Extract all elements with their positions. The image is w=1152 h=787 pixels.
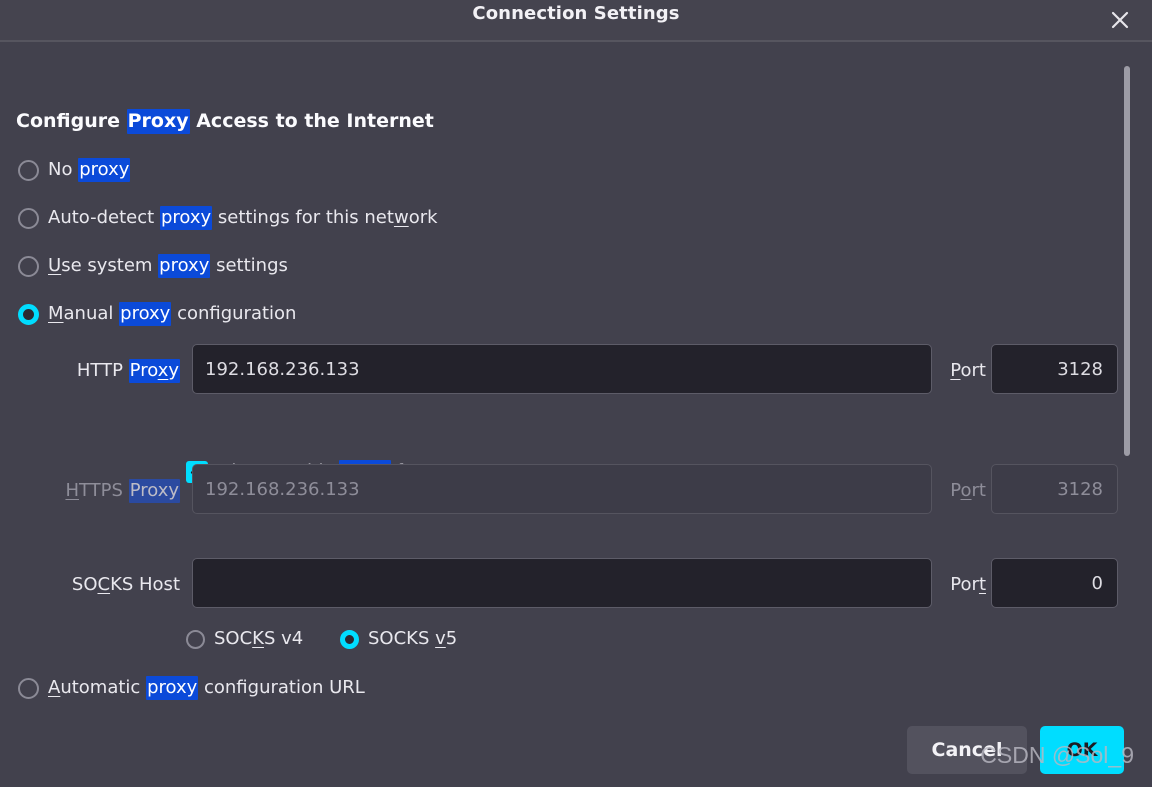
manual-text-before: anual xyxy=(63,303,120,324)
http-proxy-label-search-match: Proxy xyxy=(128,359,180,383)
https-proxy-label-text: TTPS xyxy=(79,480,129,501)
radio-row-use-system[interactable]: Use system proxy settings xyxy=(18,252,288,280)
socks-port-label-pre: Por xyxy=(950,574,979,595)
socks-port-input[interactable]: 0 xyxy=(991,558,1118,608)
manual-text-after: configuration xyxy=(171,303,297,324)
scrollbar-thumb[interactable] xyxy=(1124,66,1130,456)
use-system-text-before: se system xyxy=(61,255,159,276)
settings-scroll-area: Configure Proxy Access to the Internet N… xyxy=(0,42,1152,714)
http-port-label-text: ort xyxy=(960,360,986,381)
radio-label-auto-detect: Auto-detect proxy settings for this netw… xyxy=(48,206,438,230)
https-proxy-accelerator: H xyxy=(65,480,79,501)
socks-port-accelerator: t xyxy=(978,574,986,595)
socks-port-label: Port xyxy=(938,574,986,595)
radio-row-socks-v5[interactable]: SOCKS v5 xyxy=(340,626,457,652)
socks-host-label-pre: SO xyxy=(71,574,98,595)
radio-indicator-use-system[interactable] xyxy=(18,255,39,277)
http-proxy-label: HTTP Proxy xyxy=(28,359,180,383)
http-proxy-accelerator: x xyxy=(157,360,169,381)
https-port-label-pre: P xyxy=(950,480,961,501)
radio-label-manual: Manual proxy configuration xyxy=(48,302,297,326)
use-system-accelerator: U xyxy=(48,255,62,276)
https-port-input: 3128 xyxy=(991,464,1118,514)
socks-v4-accelerator: K xyxy=(252,628,264,649)
socks-v4-text-pre: SOC xyxy=(214,628,253,649)
https-proxy-input: 192.168.236.133 xyxy=(192,464,932,514)
https-port-accelerator: o xyxy=(960,480,972,501)
socks-host-label-post: KS Host xyxy=(110,574,180,595)
auto-url-text-after: configuration URL xyxy=(198,677,365,698)
radio-row-no-proxy[interactable]: No proxy xyxy=(18,156,131,184)
radio-row-auto-url[interactable]: Automatic proxy configuration URL xyxy=(18,674,365,702)
https-port-label: Port xyxy=(938,480,986,501)
use-system-search-match: proxy xyxy=(158,254,211,278)
use-system-text-after: settings xyxy=(210,255,288,276)
http-proxy-label-text: HTTP xyxy=(76,360,129,381)
manual-accelerator: M xyxy=(48,303,64,324)
radio-indicator-socks-v5[interactable] xyxy=(340,629,359,649)
socks-host-accelerator: C xyxy=(97,574,111,595)
radio-label-socks-v5: SOCKS v5 xyxy=(368,630,457,648)
no-proxy-search-match: proxy xyxy=(78,158,131,182)
socks-host-input[interactable] xyxy=(192,558,932,608)
socks-host-label: SOCKS Host xyxy=(28,574,180,595)
heading-text-before: Configure xyxy=(16,110,127,132)
radio-indicator-socks-v4[interactable] xyxy=(186,629,205,649)
http-proxy-input[interactable]: 192.168.236.133 xyxy=(192,344,932,394)
titlebar: Connection Settings xyxy=(0,0,1152,41)
http-port-label: Port xyxy=(938,360,986,381)
https-port-label-post: rt xyxy=(971,480,986,501)
socks-v5-text-post: 5 xyxy=(445,628,458,649)
radio-indicator-no-proxy[interactable] xyxy=(18,159,39,181)
radio-row-auto-detect[interactable]: Auto-detect proxy settings for this netw… xyxy=(18,204,438,232)
heading-text-after: Access to the Internet xyxy=(189,110,434,132)
socks-v5-accelerator: v xyxy=(435,628,446,649)
radio-indicator-manual[interactable] xyxy=(18,303,39,325)
manual-search-match: proxy xyxy=(119,302,172,326)
close-icon[interactable] xyxy=(1096,0,1144,40)
http-port-input[interactable]: 3128 xyxy=(991,344,1118,394)
ok-button[interactable]: OK xyxy=(1040,726,1124,774)
auto-url-search-match: proxy xyxy=(146,676,199,700)
connection-settings-dialog: Connection Settings Configure Proxy Acce… xyxy=(0,0,1152,787)
radio-row-socks-v4[interactable]: SOCKS v4 xyxy=(186,626,303,652)
auto-detect-search-match: proxy xyxy=(159,206,213,230)
no-proxy-text-before: No xyxy=(48,159,79,180)
https-proxy-label: HTTPS Proxy xyxy=(28,479,180,503)
radio-label-socks-v4: SOCKS v4 xyxy=(214,630,303,648)
radio-indicator-auto-url[interactable] xyxy=(18,677,39,699)
cancel-button[interactable]: Cancel xyxy=(907,726,1027,774)
heading-search-match: Proxy xyxy=(126,109,190,134)
https-proxy-label-search-match: Proxy xyxy=(128,479,180,503)
radio-label-no-proxy: No proxy xyxy=(48,158,131,182)
dialog-title: Connection Settings xyxy=(472,3,680,24)
http-proxy-match-pre: Pro xyxy=(129,360,158,381)
auto-detect-text-before: Auto-detect xyxy=(48,207,160,228)
radio-label-auto-url: Automatic proxy configuration URL xyxy=(48,676,365,700)
socks-v5-text-pre: SOCKS xyxy=(368,628,436,649)
auto-detect-text-mid: settings for this net xyxy=(212,207,394,228)
auto-url-text-before: utomatic xyxy=(60,677,147,698)
auto-detect-text-after: ork xyxy=(408,207,438,228)
auto-detect-accelerator: w xyxy=(393,207,409,228)
radio-label-use-system: Use system proxy settings xyxy=(48,254,288,278)
auto-url-accelerator: A xyxy=(48,677,61,698)
http-port-accelerator: P xyxy=(950,360,961,381)
page-title: Configure Proxy Access to the Internet xyxy=(16,109,434,134)
radio-indicator-auto-detect[interactable] xyxy=(18,207,39,229)
http-proxy-match-post: y xyxy=(168,360,179,381)
radio-row-manual[interactable]: Manual proxy configuration xyxy=(18,300,296,328)
socks-v4-text-post: S v4 xyxy=(263,628,304,649)
